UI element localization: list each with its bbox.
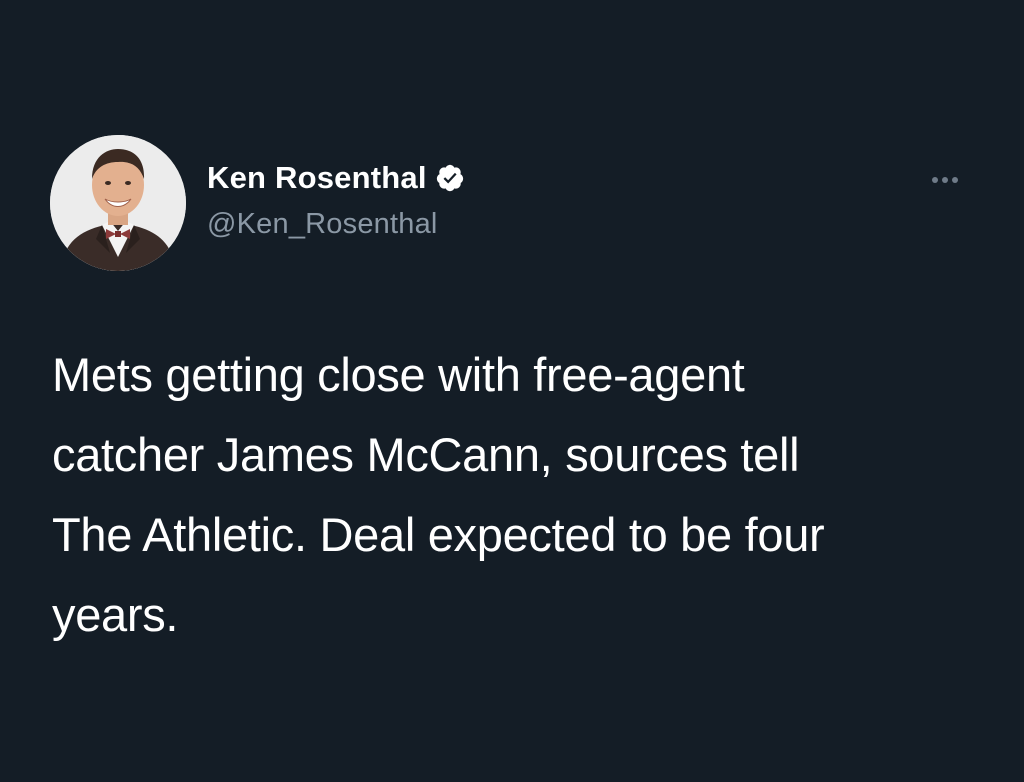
tweet-card: Ken Rosenthal @Ken_Rosenthal Mets gettin… — [0, 0, 1024, 782]
avatar[interactable] — [50, 135, 186, 271]
more-options-button[interactable] — [930, 168, 974, 192]
handle[interactable]: @Ken_Rosenthal — [207, 208, 465, 241]
verified-badge-icon — [435, 163, 465, 193]
display-name[interactable]: Ken Rosenthal — [207, 160, 427, 196]
tweet-text: Mets getting close with free-agent catch… — [52, 348, 825, 641]
profile-photo-icon — [50, 135, 186, 271]
name-row: Ken Rosenthal — [207, 158, 465, 198]
ellipsis-icon — [932, 177, 958, 183]
author-info: Ken Rosenthal @Ken_Rosenthal — [207, 158, 465, 241]
